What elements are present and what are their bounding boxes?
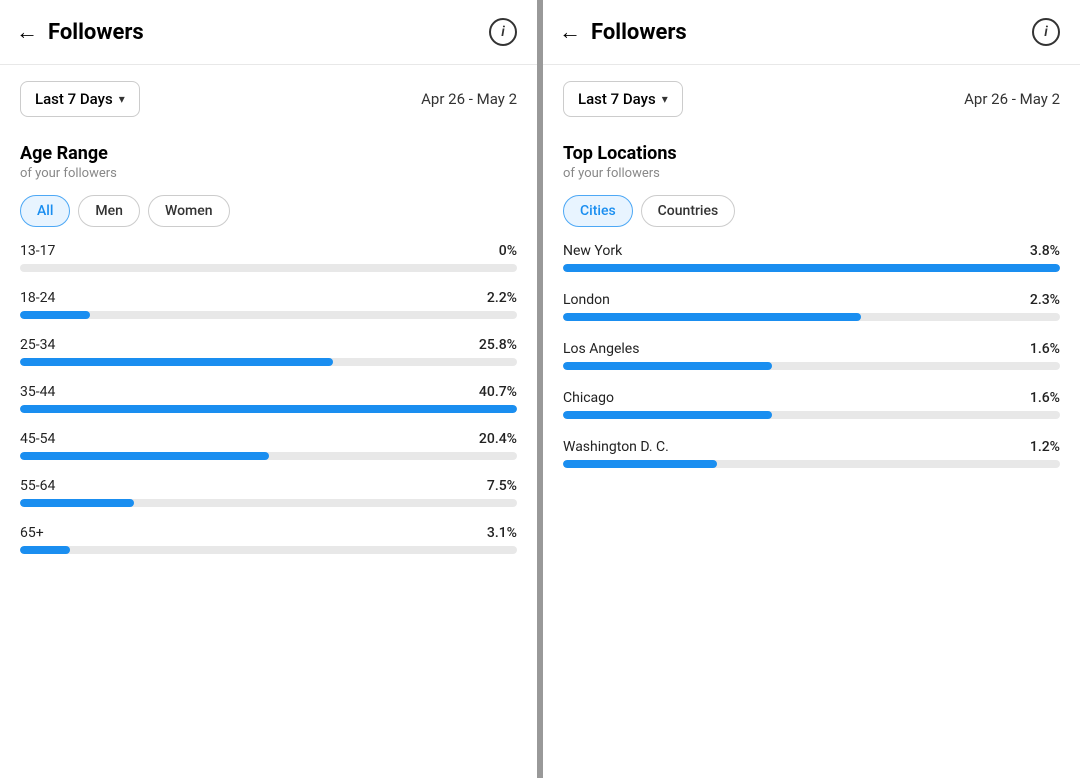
age-bar-fill xyxy=(20,499,134,507)
right-dropdown-label: Last 7 Days xyxy=(578,90,656,108)
left-header: ← Followers i xyxy=(0,0,537,65)
left-section-header: Age Range of your followers xyxy=(0,133,537,195)
location-bar-item: Los Angeles 1.6% xyxy=(563,341,1060,370)
age-bar-label: 35-44 xyxy=(20,384,55,400)
left-info-icon[interactable]: i xyxy=(489,18,517,46)
age-bar-label: 13-17 xyxy=(20,243,55,259)
location-bar-list: New York 3.8% London 2.3% Los Angeles 1.… xyxy=(543,243,1080,468)
left-section-title: Age Range xyxy=(20,143,517,164)
age-bar-item: 65+ 3.1% xyxy=(20,525,517,554)
age-bar-label: 65+ xyxy=(20,525,44,541)
location-name: Los Angeles xyxy=(563,341,639,357)
location-pct: 1.6% xyxy=(1030,390,1060,406)
right-section-header: Top Locations of your followers xyxy=(543,133,1080,195)
location-bar-fill xyxy=(563,460,717,468)
age-bar-fill xyxy=(20,358,333,366)
right-chevron-icon: ▾ xyxy=(662,92,668,106)
left-chevron-icon: ▾ xyxy=(119,92,125,106)
right-info-icon[interactable]: i xyxy=(1032,18,1060,46)
age-bar-item: 45-54 20.4% xyxy=(20,431,517,460)
location-bar-track xyxy=(563,411,1060,419)
left-dropdown-label: Last 7 Days xyxy=(35,90,113,108)
right-section-subtitle: of your followers xyxy=(563,166,1060,181)
left-date-dropdown[interactable]: Last 7 Days ▾ xyxy=(20,81,140,117)
age-bar-label: 45-54 xyxy=(20,431,55,447)
age-bar-fill xyxy=(20,311,90,319)
right-date-dropdown[interactable]: Last 7 Days ▾ xyxy=(563,81,683,117)
location-name: London xyxy=(563,292,610,308)
age-bar-track xyxy=(20,264,517,272)
location-pct: 1.6% xyxy=(1030,341,1060,357)
age-bar-track xyxy=(20,358,517,366)
age-bar-label: 18-24 xyxy=(20,290,55,306)
location-bar-track xyxy=(563,362,1060,370)
location-pct: 2.3% xyxy=(1030,292,1060,308)
tab-women[interactable]: Women xyxy=(148,195,230,227)
location-name: New York xyxy=(563,243,622,259)
location-pct: 1.2% xyxy=(1030,439,1060,455)
location-name: Washington D. C. xyxy=(563,439,669,455)
location-bar-track xyxy=(563,264,1060,272)
age-bar-track xyxy=(20,499,517,507)
tab-all[interactable]: All xyxy=(20,195,70,227)
right-header: ← Followers i xyxy=(543,0,1080,65)
location-name: Chicago xyxy=(563,390,614,406)
location-bar-fill xyxy=(563,313,861,321)
left-section-subtitle: of your followers xyxy=(20,166,517,181)
age-bar-pct: 20.4% xyxy=(479,431,517,447)
right-back-button[interactable]: ← xyxy=(559,19,581,45)
location-bar-fill xyxy=(563,362,772,370)
location-bar-fill xyxy=(563,411,772,419)
location-bar-item: Chicago 1.6% xyxy=(563,390,1060,419)
age-bar-track xyxy=(20,546,517,554)
age-bar-fill xyxy=(20,546,70,554)
age-bar-list: 13-17 0% 18-24 2.2% 25-34 25.8% xyxy=(0,243,537,554)
age-bar-pct: 2.2% xyxy=(487,290,517,306)
location-pct: 3.8% xyxy=(1030,243,1060,259)
tab-cities[interactable]: Cities xyxy=(563,195,633,227)
age-bar-fill xyxy=(20,405,517,413)
left-page-title: Followers xyxy=(48,20,489,45)
location-bar-fill xyxy=(563,264,1060,272)
right-tabs: Cities Countries xyxy=(543,195,1080,243)
right-page-title: Followers xyxy=(591,20,1032,45)
age-bar-item: 35-44 40.7% xyxy=(20,384,517,413)
right-panel: ← Followers i Last 7 Days ▾ Apr 26 - May… xyxy=(543,0,1080,778)
right-section-title: Top Locations xyxy=(563,143,1060,164)
location-bar-item: New York 3.8% xyxy=(563,243,1060,272)
location-bar-track xyxy=(563,313,1060,321)
age-bar-item: 25-34 25.8% xyxy=(20,337,517,366)
location-bar-track xyxy=(563,460,1060,468)
left-tabs: All Men Women xyxy=(0,195,537,243)
tab-countries[interactable]: Countries xyxy=(641,195,736,227)
age-bar-item: 13-17 0% xyxy=(20,243,517,272)
right-date-range: Apr 26 - May 2 xyxy=(964,90,1060,108)
age-bar-label: 25-34 xyxy=(20,337,55,353)
age-bar-pct: 40.7% xyxy=(479,384,517,400)
left-toolbar: Last 7 Days ▾ Apr 26 - May 2 xyxy=(0,65,537,133)
location-bar-item: London 2.3% xyxy=(563,292,1060,321)
age-bar-track xyxy=(20,452,517,460)
age-bar-track xyxy=(20,405,517,413)
age-bar-item: 55-64 7.5% xyxy=(20,478,517,507)
age-bar-fill xyxy=(20,452,269,460)
age-bar-pct: 0% xyxy=(499,243,517,259)
left-back-button[interactable]: ← xyxy=(16,19,38,45)
tab-men[interactable]: Men xyxy=(78,195,140,227)
location-bar-item: Washington D. C. 1.2% xyxy=(563,439,1060,468)
right-toolbar: Last 7 Days ▾ Apr 26 - May 2 xyxy=(543,65,1080,133)
age-bar-track xyxy=(20,311,517,319)
age-bar-pct: 25.8% xyxy=(479,337,517,353)
age-bar-pct: 7.5% xyxy=(487,478,517,494)
age-bar-pct: 3.1% xyxy=(487,525,517,541)
left-panel: ← Followers i Last 7 Days ▾ Apr 26 - May… xyxy=(0,0,543,778)
age-bar-item: 18-24 2.2% xyxy=(20,290,517,319)
age-bar-label: 55-64 xyxy=(20,478,55,494)
left-date-range: Apr 26 - May 2 xyxy=(421,90,517,108)
